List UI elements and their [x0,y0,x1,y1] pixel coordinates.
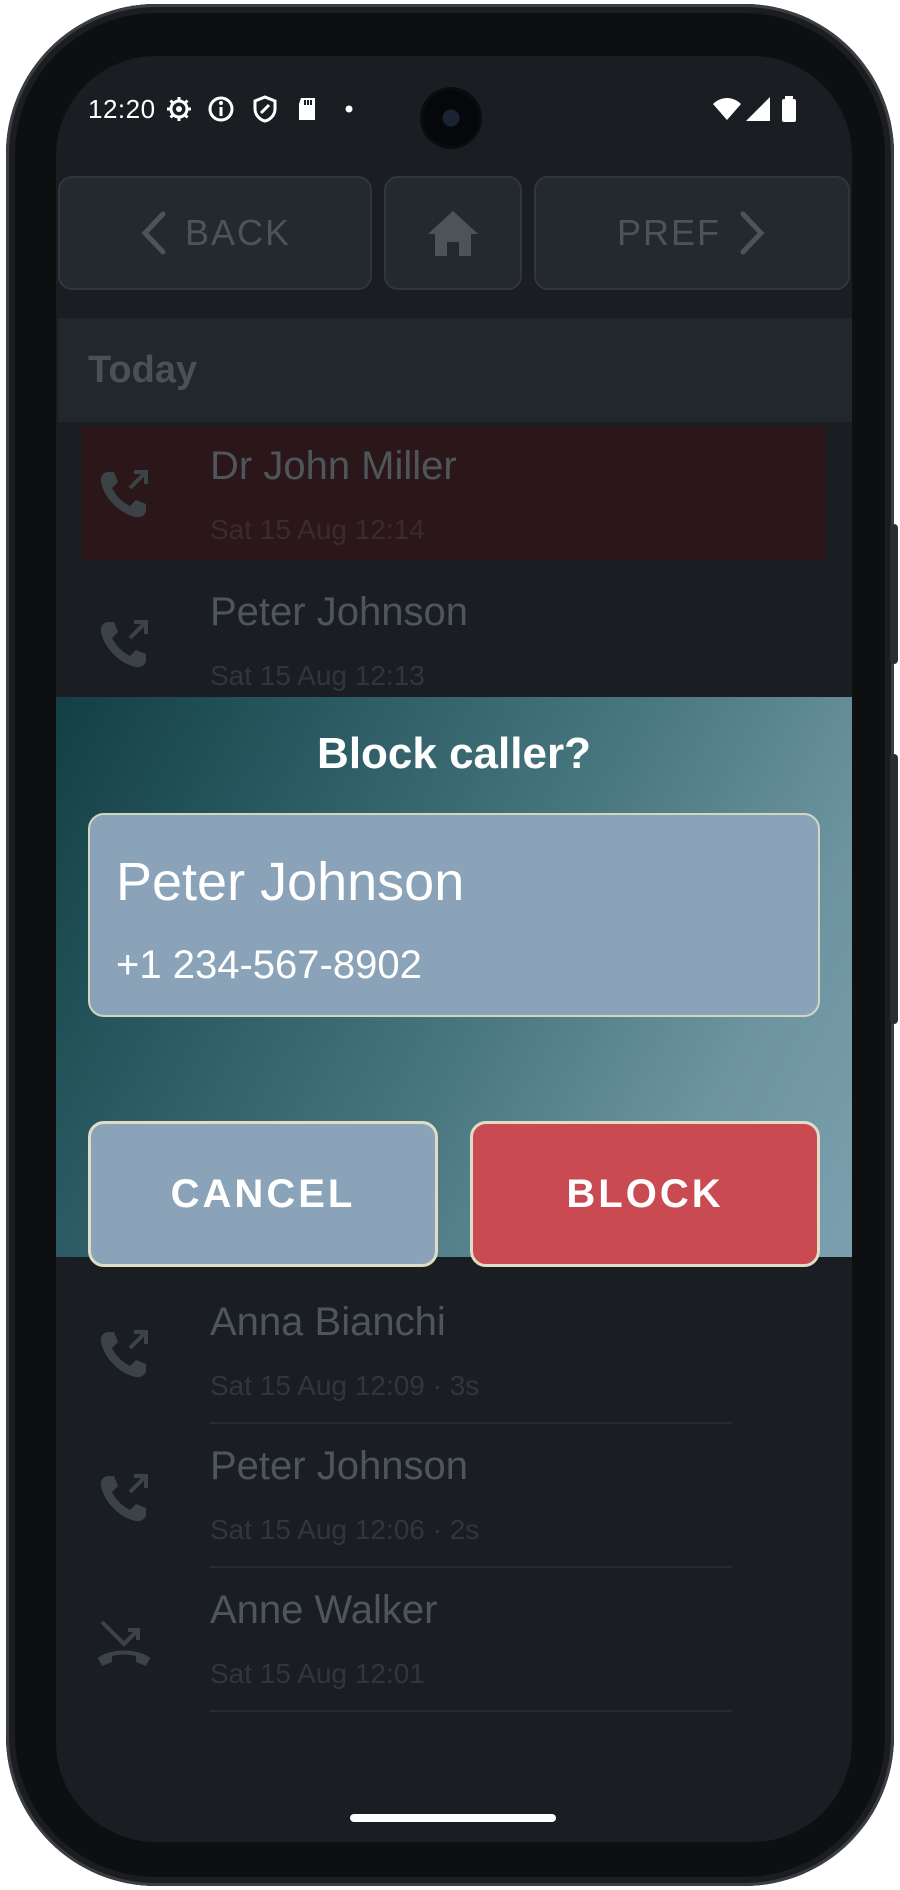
call-date: Sat 15 Aug 12:01 [210,1658,425,1689]
call-log-row[interactable]: Peter Johnson Sat 15 Aug 12:06 · 2s [56,1424,852,1568]
block-button[interactable]: BLOCK [470,1121,820,1267]
missed-call-icon [98,1620,150,1666]
outgoing-call-icon [100,620,148,668]
section-header-today: Today [58,318,852,422]
home-indicator[interactable] [350,1814,556,1822]
caller-name: Peter Johnson [210,1444,468,1488]
wifi-icon [713,98,741,120]
block-caller-dialog: Block caller? Peter Johnson +1 234-567-8… [56,697,852,1267]
gear-icon [167,97,191,121]
contact-card: Peter Johnson +1 234-567-8902 [88,813,820,1017]
outgoing-call-icon [100,1330,148,1378]
shield-icon [253,95,277,123]
call-log-row[interactable]: Peter Johnson Sat 15 Aug 12:13 [56,570,852,714]
call-date: Sat 15 Aug 12:06 · 2s [210,1514,480,1545]
info-icon [208,96,234,122]
chevron-right-icon [740,211,765,255]
section-title: Today [88,348,198,391]
call-log-row[interactable]: Dr John Miller Sat 15 Aug 12:14 [82,426,826,560]
caller-name: Peter Johnson [210,590,468,634]
pref-button-label: PREF [616,212,721,253]
phone-frame: BACK PREF Today Dr John Miller Sat 15 Au… [6,4,898,1886]
call-date: Sat 15 Aug 12:13 [210,660,425,691]
screen: BACK PREF Today Dr John Miller Sat 15 Au… [56,56,852,1842]
back-button[interactable]: BACK [58,176,372,290]
sd-card-icon [299,98,315,120]
front-camera [423,90,479,146]
battery-icon [782,96,796,122]
side-button-upper [890,524,898,664]
call-log-row[interactable]: Anne Walker Sat 15 Aug 12:01 [56,1568,852,1712]
row-divider [210,1710,732,1712]
caller-name: Anna Bianchi [210,1300,446,1344]
caller-name: Dr John Miller [210,444,457,488]
home-icon [428,211,478,256]
pref-button[interactable]: PREF [534,176,850,290]
side-button-lower [890,754,898,1024]
outgoing-call-icon [100,1474,148,1522]
cancel-button[interactable]: CANCEL [88,1121,438,1267]
dot-icon [345,105,353,113]
outgoing-call-icon [100,470,148,518]
contact-name: Peter Johnson [116,852,465,912]
call-date: Sat 15 Aug 12:09 · 3s [210,1370,480,1401]
contact-number: +1 234-567-8902 [116,943,422,987]
status-time: 12:20 [88,94,156,124]
call-date: Sat 15 Aug 12:14 [210,514,425,545]
back-button-label: BACK [184,212,292,253]
call-log-row[interactable]: Anna Bianchi Sat 15 Aug 12:09 · 3s [56,1280,852,1424]
dialog-title: Block caller? [317,729,591,778]
signal-icon [746,97,770,121]
home-button[interactable] [384,176,522,290]
chevron-left-icon [141,211,166,255]
caller-name: Anne Walker [210,1588,438,1632]
